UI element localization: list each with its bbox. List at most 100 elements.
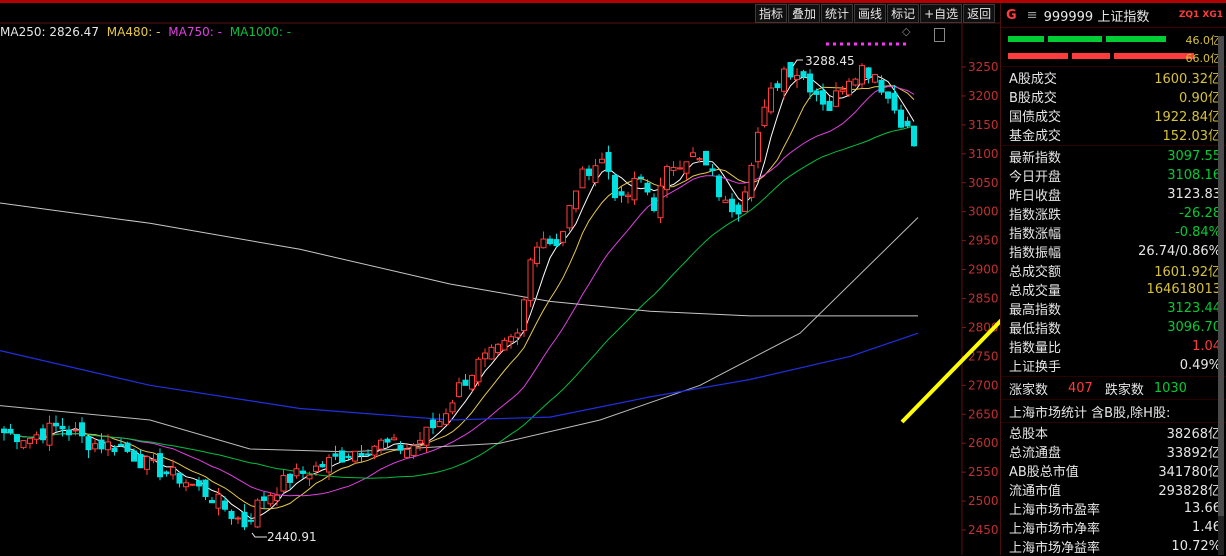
add-favorite-button[interactable]: +自选	[920, 4, 963, 23]
candle-body	[72, 429, 79, 432]
candle-body	[800, 71, 807, 78]
row-value: 293828亿	[1158, 484, 1221, 499]
candle-body	[261, 496, 267, 502]
quote-row: 指数涨幅 -0.84%	[1001, 223, 1226, 242]
candle-body	[202, 479, 209, 497]
candle-body	[664, 166, 670, 191]
candle-body	[527, 259, 534, 301]
statistics-button[interactable]: 统计	[821, 4, 854, 23]
row-value: 13.66	[1183, 501, 1221, 516]
candle-body	[189, 483, 196, 486]
candle-body	[651, 197, 657, 211]
row-value: 38268亿	[1166, 427, 1221, 442]
row-label: 指数涨跌	[1009, 208, 1062, 223]
row-value: 1.46	[1192, 520, 1221, 535]
stat-row: 总流通盘 33892亿	[1001, 442, 1226, 461]
row-label: B股成交	[1009, 91, 1057, 106]
g-label[interactable]: G	[1006, 8, 1017, 23]
back-button[interactable]: 返回	[963, 4, 996, 23]
candle-body	[436, 421, 443, 428]
candle-body	[332, 453, 339, 457]
high-label: 3288.45	[805, 54, 855, 68]
candle-body	[521, 299, 527, 331]
row-label: 流通市值	[1009, 484, 1062, 499]
row-value: 1922.84亿	[1154, 110, 1221, 125]
candle-body	[144, 456, 150, 470]
y-tick-label: 3000	[968, 205, 999, 219]
turnover-row: 基金成交 152.03亿	[1001, 125, 1226, 144]
y-tick-label: 2600	[968, 436, 999, 450]
candle-body	[274, 494, 280, 501]
candle-body	[722, 199, 729, 204]
candle-body	[209, 499, 215, 504]
candle-body	[176, 472, 183, 484]
overlay-button[interactable]: 叠加	[788, 4, 821, 23]
candle-body	[716, 175, 722, 198]
candle-body	[677, 167, 683, 170]
row-label: 总股本	[1009, 427, 1049, 442]
row-value: 0.49%	[1179, 358, 1221, 373]
stat-row: 总股本 38268亿	[1001, 423, 1226, 442]
row-label: 总成交额	[1009, 265, 1062, 280]
candle-body	[872, 73, 878, 83]
candle-body	[852, 78, 859, 86]
candle-body	[534, 246, 540, 264]
candle-body	[911, 125, 917, 147]
candle-body	[391, 437, 397, 441]
candle-body	[846, 80, 852, 96]
quote-row: 指数振幅 26.74/0.86%	[1001, 242, 1226, 261]
candle-body	[820, 90, 826, 105]
candle-body	[326, 457, 332, 473]
quote-panel: G ≡ 999999 上证指数 ZQ1 XG1 46.0亿 66.0亿 A股成交…	[1000, 3, 1226, 556]
candle-body	[462, 379, 469, 386]
candle-body	[163, 471, 170, 475]
low-label: 2440.91	[267, 530, 317, 544]
panel-scrollbar[interactable]	[1218, 36, 1224, 555]
row-value: 1.04	[1192, 339, 1221, 354]
y-tick-label: 2850	[968, 292, 999, 306]
mark-button[interactable]: 标记	[887, 4, 920, 23]
candle-body	[878, 79, 885, 93]
candle-body	[612, 174, 618, 199]
candle-body	[566, 205, 573, 229]
row-label: 最新指数	[1009, 151, 1062, 166]
candle-body	[560, 231, 566, 243]
candle-body	[547, 238, 553, 245]
window-toggle-icon[interactable]	[934, 28, 945, 42]
candle-body	[683, 161, 690, 174]
low-pointer	[251, 532, 267, 538]
down-bar	[1008, 53, 1198, 59]
y-tick-label: 3150	[968, 118, 999, 132]
market-stats-section: 总股本 38268亿 总流通盘 33892亿 AB股总市值 341780亿 流通市值 2…	[1001, 423, 1226, 556]
y-tick-label: 3050	[968, 176, 999, 190]
row-label: 最低指数	[1009, 322, 1062, 337]
down-bar-value: 66.0亿	[1185, 52, 1222, 65]
row-label: 上证换手	[1009, 360, 1062, 375]
ma-blue-line	[0, 332, 919, 421]
row-label: 基金成交	[1009, 129, 1062, 144]
indicator-button[interactable]: 指标	[755, 4, 788, 23]
ma750-legend: MA750: -	[168, 25, 222, 39]
candle-body	[482, 352, 488, 360]
candle-body	[365, 453, 371, 456]
candle-body	[748, 164, 755, 198]
row-label: 上海市场市净率	[1009, 522, 1101, 537]
row-value: 3096.70	[1167, 320, 1221, 335]
candle-body	[638, 176, 644, 179]
row-value: 341780亿	[1158, 465, 1221, 480]
menu-icon[interactable]: ≡	[1027, 8, 1038, 23]
turnover-section: A股成交 1600.32亿 B股成交 0.90亿 国债成交 1922.84亿 基金成交…	[1001, 67, 1226, 146]
ma60-line	[4, 125, 915, 479]
up-count-label: 涨家数	[1009, 382, 1049, 398]
candle-body	[384, 438, 391, 443]
candle-body	[46, 422, 53, 446]
candle-body	[98, 439, 105, 450]
scrollbar-thumb[interactable]	[1218, 36, 1224, 516]
diamond-icon[interactable]: ◇	[902, 25, 910, 38]
candle-body	[423, 426, 430, 446]
high-pointer	[792, 59, 803, 67]
candle-body	[33, 434, 40, 440]
draw-line-button[interactable]: 画线	[854, 4, 887, 23]
row-value: 33892亿	[1166, 446, 1221, 461]
candle-body	[813, 90, 820, 95]
